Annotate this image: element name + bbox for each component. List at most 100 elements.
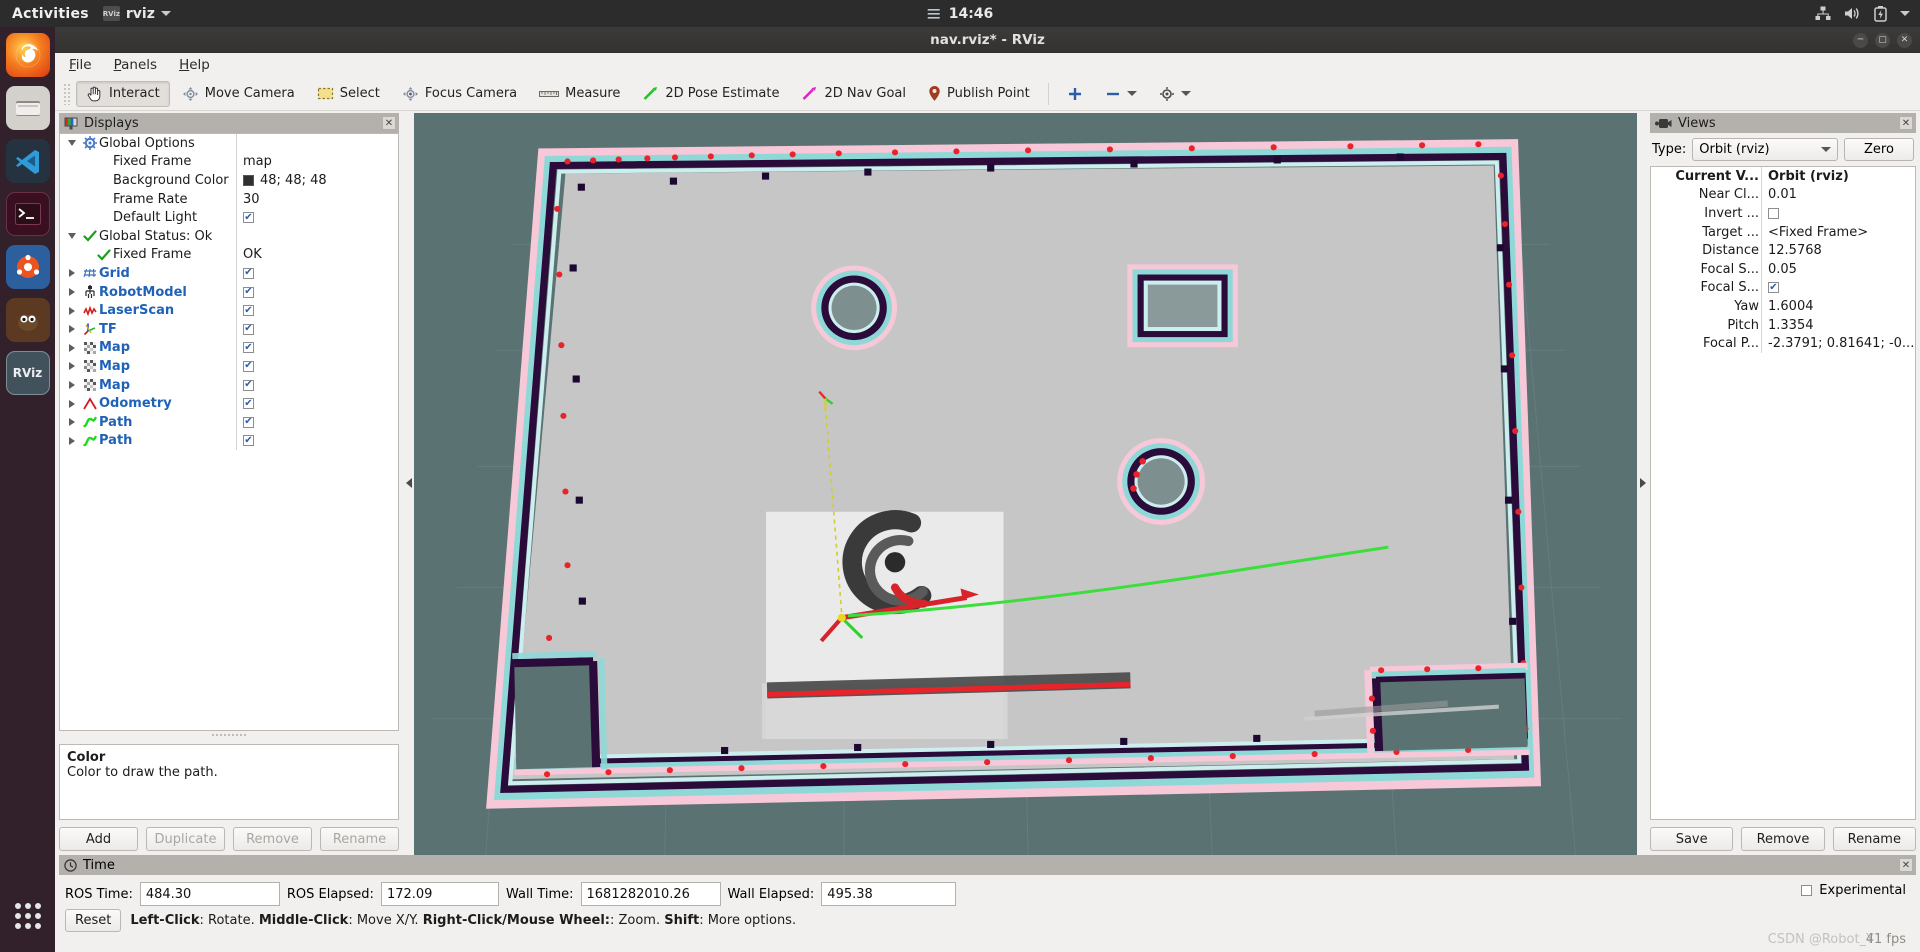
display-row-value[interactable]: 30	[243, 192, 260, 207]
tool-move-camera[interactable]: Move Camera	[172, 81, 305, 107]
twisty-expanded-icon[interactable]	[64, 233, 80, 240]
rename-display-button[interactable]: Rename	[320, 827, 399, 851]
display-row-path-1[interactable]: Path ✔	[60, 412, 398, 432]
view-row-near-clip[interactable]: Near Cl... 0.01	[1651, 185, 1915, 205]
show-applications-button[interactable]	[6, 894, 50, 938]
view-row-current-view[interactable]: Current V... Orbit (rviz)	[1651, 167, 1915, 186]
menu-item-panels[interactable]: Panels	[114, 57, 157, 73]
chevron-down-icon[interactable]	[1900, 11, 1910, 16]
display-row-value[interactable]: ✔	[243, 212, 254, 224]
app-menu[interactable]: RViz rviz	[103, 6, 171, 22]
display-row-value[interactable]: ✔	[243, 435, 254, 447]
wall-time-input[interactable]: 1681282010.26	[580, 882, 721, 906]
system-indicators[interactable]	[1815, 5, 1910, 22]
view-row-invert-z[interactable]: Invert ...	[1651, 204, 1915, 223]
twisty-collapsed-icon[interactable]	[64, 306, 80, 315]
display-row-global-status[interactable]: Global Status: Ok	[60, 226, 398, 246]
display-row-value[interactable]: ✔	[243, 416, 254, 428]
display-row-value[interactable]: ✔	[243, 360, 254, 372]
display-row-background-color[interactable]: Background Color 48; 48; 48	[60, 171, 398, 190]
add-display-button[interactable]: Add	[59, 827, 138, 851]
display-row-default-light[interactable]: Default Light ✔	[60, 208, 398, 227]
chevron-down-icon[interactable]	[1180, 91, 1191, 96]
close-icon[interactable]: ✕	[1899, 116, 1913, 130]
zero-button[interactable]: Zero	[1844, 138, 1914, 161]
remove-display-button[interactable]: Remove	[233, 827, 312, 851]
menu-item-help[interactable]: Help	[179, 57, 210, 73]
launcher-item-rviz[interactable]: RViz	[5, 351, 50, 395]
view-row-value[interactable]: ✔	[1768, 282, 1779, 294]
view-row-focal-shape-size[interactable]: Focal S... 0.05	[1651, 259, 1915, 279]
close-icon[interactable]: ✕	[382, 116, 396, 130]
display-row-robotmodel[interactable]: RobotModel ✔	[60, 282, 398, 302]
menu-item-file[interactable]: File	[69, 57, 92, 73]
left-splitter-handle[interactable]	[403, 111, 414, 855]
tool-interact[interactable]: Interact	[76, 80, 170, 107]
view-row-yaw[interactable]: Yaw 1.6004	[1651, 297, 1915, 316]
reset-button[interactable]: Reset	[65, 909, 122, 932]
display-row-value[interactable]: map	[243, 154, 272, 169]
clock-area[interactable]: 14:46	[927, 6, 993, 22]
remove-tool-button[interactable]	[1095, 81, 1147, 107]
view-row-value[interactable]: -2.3791; 0.81641; -0....	[1768, 336, 1915, 351]
launcher-item-firefox[interactable]	[5, 33, 50, 77]
view-checkbox[interactable]	[1768, 207, 1779, 219]
twisty-collapsed-icon[interactable]	[64, 325, 80, 334]
display-row-grid[interactable]: Grid ✔	[60, 264, 398, 283]
twisty-collapsed-icon[interactable]	[64, 399, 80, 408]
remove-view-button[interactable]: Remove	[1741, 827, 1825, 851]
enable-checkbox[interactable]: ✔	[243, 360, 254, 372]
experimental-checkbox[interactable]	[1801, 885, 1813, 896]
display-row-laserscan[interactable]: LaserScan ✔	[60, 301, 398, 320]
view-row-pitch[interactable]: Pitch 1.3354	[1651, 315, 1915, 335]
ros-time-input[interactable]: 484.30	[139, 882, 280, 906]
display-row-frame-rate[interactable]: Frame Rate 30	[60, 189, 398, 209]
view-row-value[interactable]: 1.6004	[1768, 299, 1814, 314]
add-tool-button[interactable]	[1057, 81, 1093, 107]
duplicate-display-button[interactable]: Duplicate	[146, 827, 225, 851]
ros-elapsed-input[interactable]: 172.09	[380, 882, 499, 906]
display-row-value[interactable]: ✔	[243, 379, 254, 391]
enable-checkbox[interactable]: ✔	[243, 267, 254, 279]
minimize-button[interactable]: ─	[1853, 32, 1868, 48]
display-row-map-2[interactable]: Map ✔	[60, 357, 398, 376]
enable-checkbox[interactable]: ✔	[243, 379, 254, 391]
twisty-collapsed-icon[interactable]	[64, 436, 80, 445]
toolbar-grip[interactable]	[63, 82, 71, 105]
twisty-collapsed-icon[interactable]	[64, 362, 80, 371]
tool-measure[interactable]: Measure	[529, 81, 630, 106]
display-row-tf[interactable]: TF ✔	[60, 319, 398, 339]
view-checkbox[interactable]: ✔	[1768, 282, 1779, 294]
wall-elapsed-input[interactable]: 495.38	[821, 882, 957, 906]
twisty-expanded-icon[interactable]	[64, 140, 80, 147]
display-row-value[interactable]: ✔	[243, 323, 254, 335]
chevron-down-icon[interactable]	[1126, 91, 1137, 96]
panel-splitter[interactable]	[59, 731, 399, 738]
right-splitter-handle[interactable]	[1637, 111, 1648, 855]
view-type-select[interactable]: Orbit (rviz)	[1692, 138, 1838, 161]
enable-checkbox[interactable]: ✔	[243, 398, 254, 410]
twisty-collapsed-icon[interactable]	[64, 288, 80, 297]
display-row-path-2[interactable]: Path ✔	[60, 431, 398, 451]
view-row-value[interactable]: Orbit (rviz)	[1768, 169, 1849, 184]
display-row-value[interactable]: ✔	[243, 342, 254, 354]
display-row-value[interactable]: 48; 48; 48	[243, 173, 327, 188]
enable-checkbox[interactable]: ✔	[243, 416, 254, 428]
color-swatch[interactable]	[243, 174, 254, 186]
view-row-value[interactable]: 12.5768	[1768, 243, 1822, 258]
display-row-value[interactable]: ✔	[243, 305, 254, 317]
twisty-collapsed-icon[interactable]	[64, 343, 80, 352]
network-icon[interactable]	[1815, 6, 1831, 21]
close-button[interactable]: ✕	[1897, 32, 1912, 48]
enable-checkbox[interactable]: ✔	[243, 212, 254, 224]
views-tree[interactable]: Current V... Orbit (rviz) Near Cl... 0.01 In…	[1650, 166, 1916, 820]
enable-checkbox[interactable]: ✔	[243, 305, 254, 317]
enable-checkbox[interactable]: ✔	[243, 286, 254, 298]
display-row-status-fixed-frame[interactable]: Fixed Frame OK	[60, 245, 398, 265]
tool-select[interactable]: Select	[307, 81, 390, 106]
twisty-collapsed-icon[interactable]	[64, 418, 80, 427]
tool-focus-camera[interactable]: Focus Camera	[392, 81, 527, 107]
enable-checkbox[interactable]: ✔	[243, 323, 254, 335]
view-row-value[interactable]: 1.3354	[1768, 318, 1814, 333]
display-row-value[interactable]: ✔	[243, 398, 254, 410]
